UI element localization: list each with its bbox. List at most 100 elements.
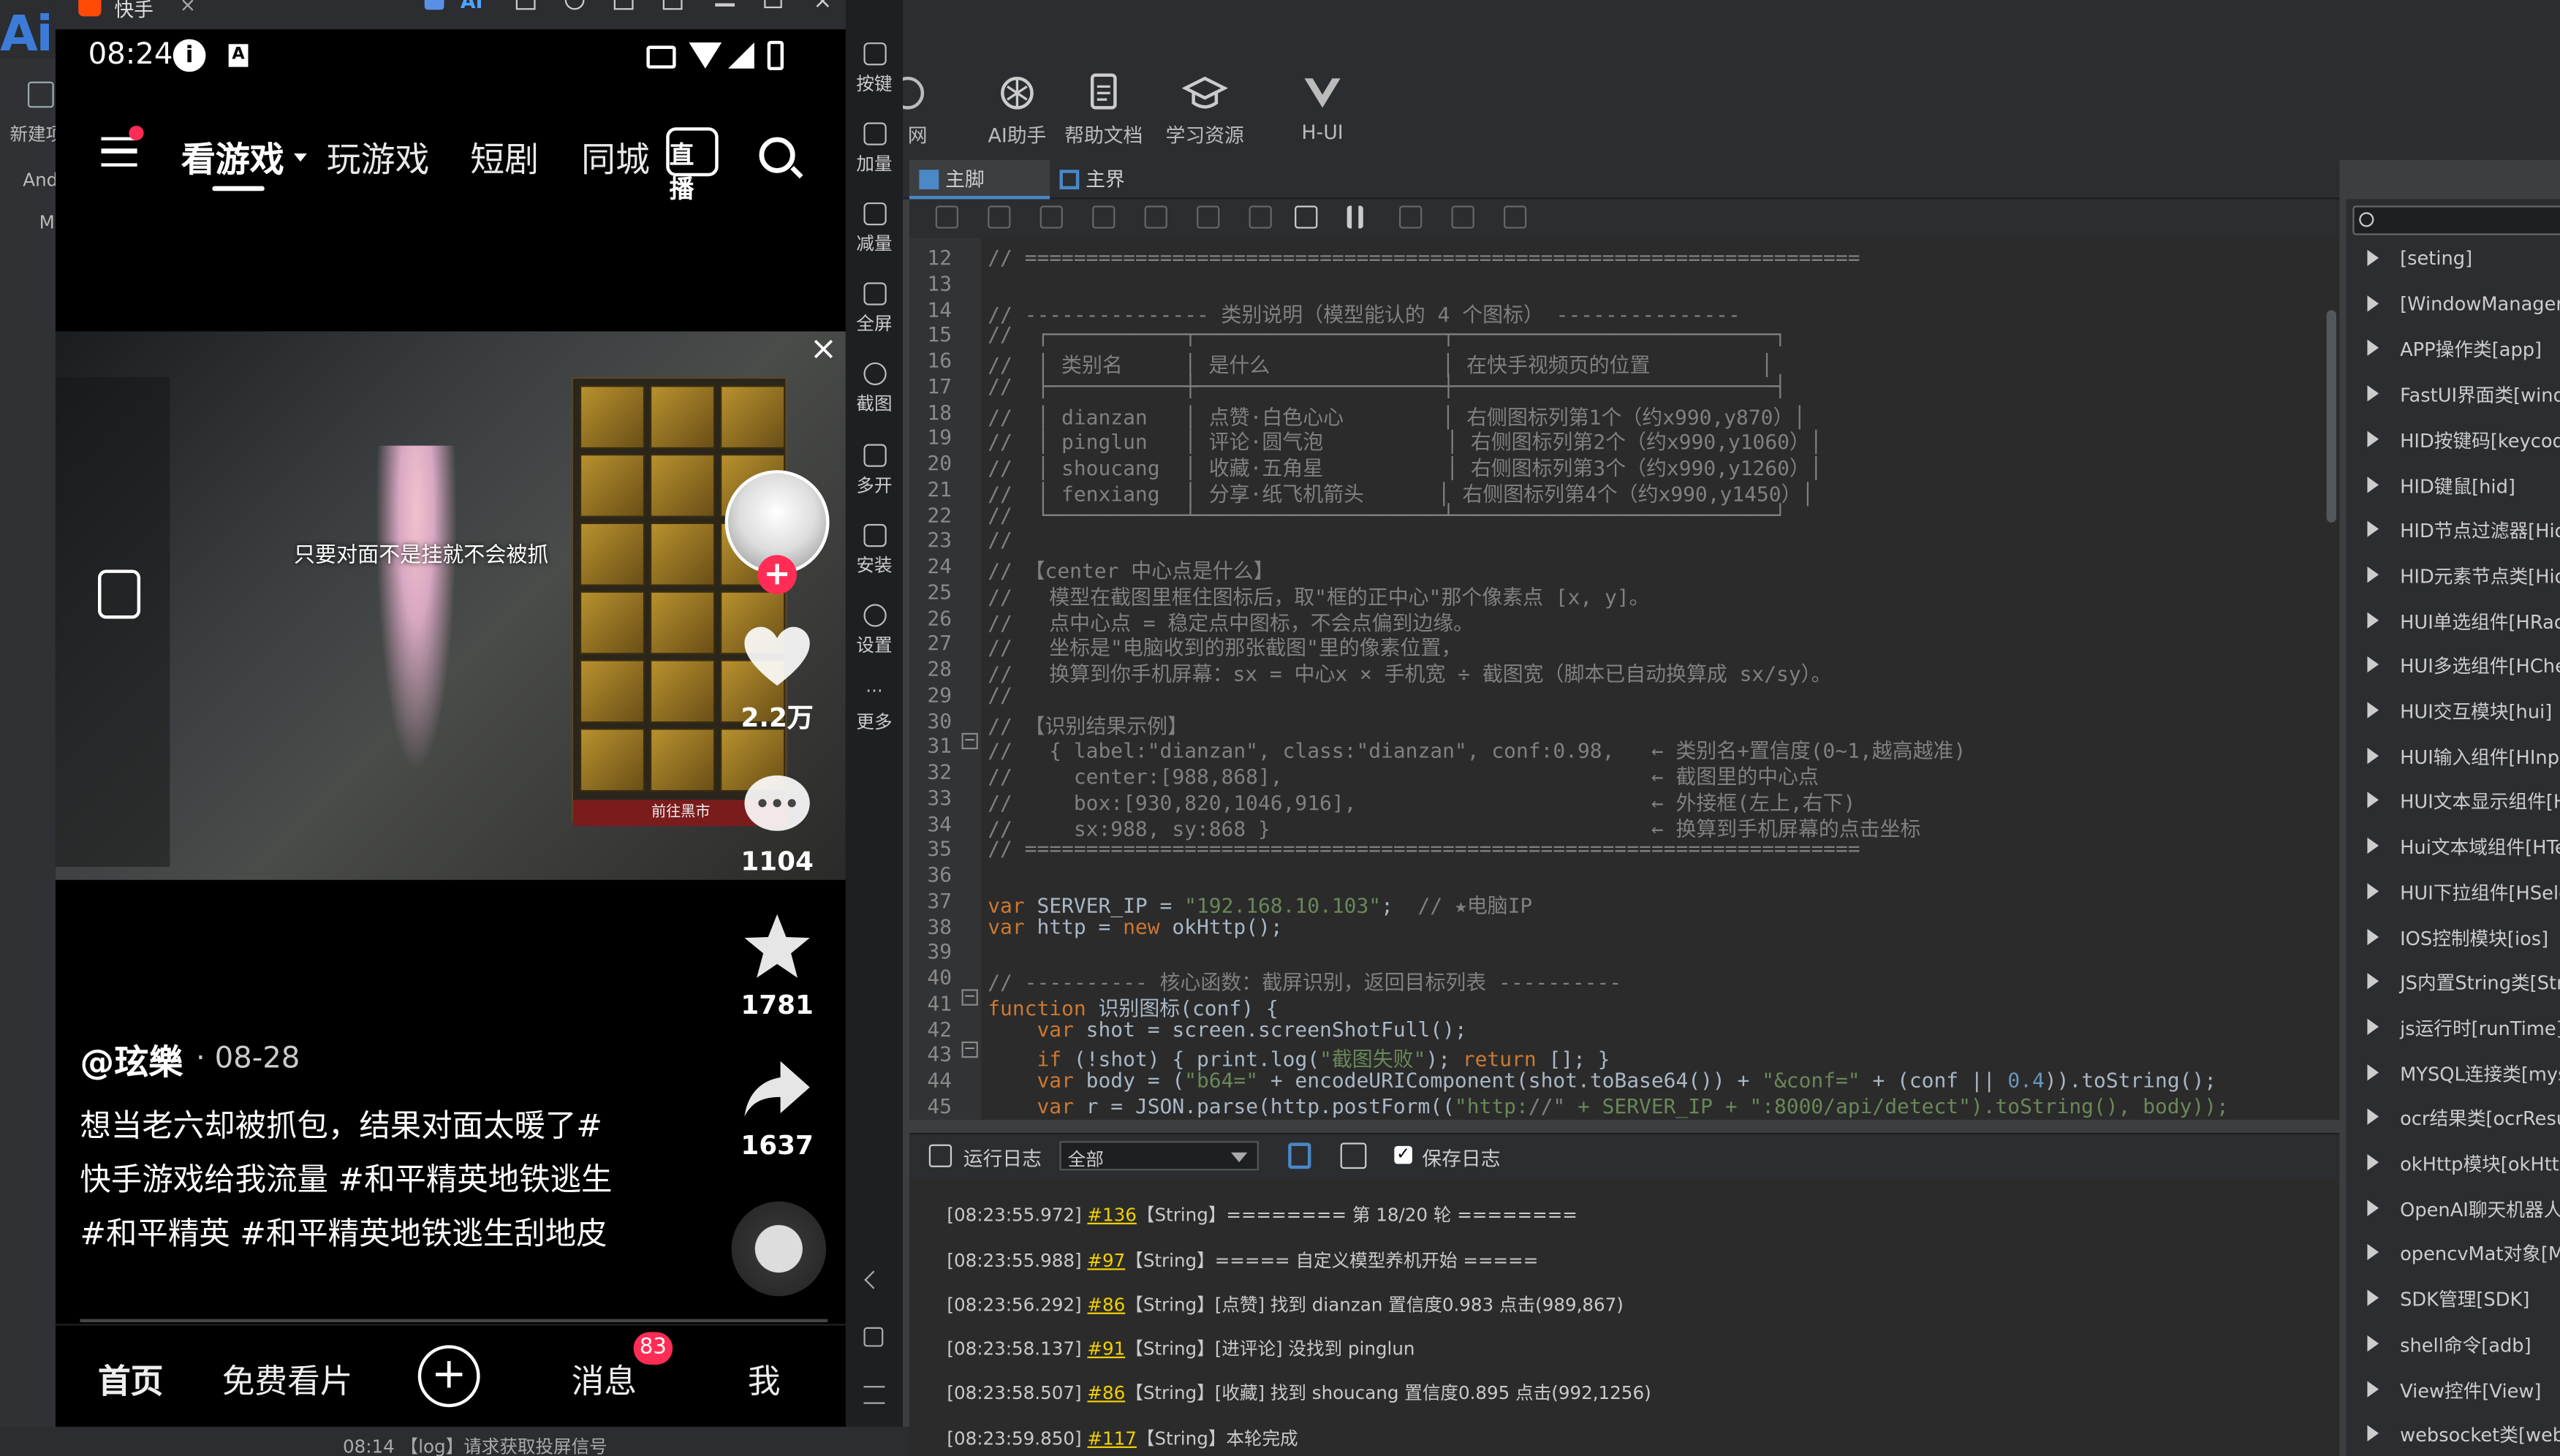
screenshot-icon[interactable] (1340, 1142, 1367, 1169)
code-editor[interactable]: 12 13 14 15 16 17 18 19 20 21 22 23 24 25 26 27 28 29 30 31… (909, 238, 2340, 1121)
comment-button[interactable]: 1104 (728, 774, 826, 876)
toolbar-icon[interactable] (1039, 205, 1063, 229)
progress-bar[interactable] (80, 1319, 828, 1323)
toolbar-icon[interactable] (1197, 205, 1220, 229)
window-control-icon[interactable] (564, 0, 585, 10)
nav-messages[interactable]: 消息 (572, 1355, 637, 1403)
tool-h-ui[interactable]: H-UI (1298, 72, 1347, 144)
window-control-icon[interactable] (613, 0, 634, 10)
fold-icon[interactable]: − (961, 1041, 978, 1058)
home-icon[interactable] (863, 1327, 884, 1347)
close-window-icon[interactable]: × (813, 0, 832, 15)
tool-help-docs[interactable]: 帮助文档 (1063, 72, 1145, 148)
tab-short-drama[interactable]: 短剧 (470, 134, 539, 183)
module-item[interactable]: [seting] (2346, 243, 2560, 279)
module-item[interactable]: opencvMat对象[Ma (2346, 1238, 2560, 1274)
side-more[interactable]: ··· 更多 (846, 683, 903, 735)
video-player[interactable]: 前往黑市 只要对面不是挂就不会被抓 × (55, 331, 846, 880)
toolbar-icon[interactable] (1249, 205, 1272, 229)
module-item[interactable]: okHttp模块[okHttp (2346, 1148, 2560, 1183)
module-item[interactable]: HUI下拉组件[HSele (2346, 876, 2560, 912)
log-line-ref[interactable]: #86 (1087, 1294, 1125, 1316)
ai-icon[interactable]: AI (461, 0, 483, 13)
tab-main-script[interactable]: 主脚本.js× (909, 159, 1050, 230)
nav-free-videos[interactable]: 免费看片 (222, 1355, 353, 1403)
tab-same-city[interactable]: 同城 (581, 134, 650, 183)
module-item[interactable]: websocket类[webs (2346, 1419, 2560, 1455)
module-item[interactable]: HID按键码[keycode (2346, 424, 2560, 460)
module-item[interactable]: HUI多选组件[HChec (2346, 651, 2560, 686)
tab-watch-games[interactable]: 看游戏 (181, 134, 284, 183)
pin-icon[interactable] (1288, 1142, 1311, 1169)
live-tab[interactable]: 直播 (666, 127, 719, 204)
module-item[interactable]: ocr结果类[ocrResult (2346, 1102, 2560, 1138)
nav-me[interactable]: 我 (748, 1355, 781, 1403)
toolbar-icon[interactable] (988, 205, 1011, 229)
like-button[interactable]: 2.2万 (728, 623, 826, 735)
editor-scrollbar[interactable] (2326, 310, 2336, 523)
module-item[interactable]: MYSQL连接类[mysq (2346, 1057, 2560, 1093)
new-project-icon[interactable] (27, 81, 54, 108)
module-item[interactable]: HUI交互模块[hui] (2346, 695, 2560, 731)
android-tree-label[interactable]: And (23, 170, 58, 191)
tab-main-ui[interactable]: 主界面.ui× (1050, 160, 1190, 230)
chevron-down-icon[interactable] (294, 153, 307, 162)
module-item[interactable]: HUI单选组件[HRadi (2346, 605, 2560, 641)
favorite-button[interactable]: 1781 (728, 911, 826, 1020)
side-settings[interactable]: 设置 (846, 604, 903, 658)
module-item[interactable]: shell命令[adb] (2346, 1329, 2560, 1365)
side-volume-down[interactable]: 减量 (846, 202, 903, 257)
stop-icon[interactable] (1295, 205, 1318, 229)
close-icon[interactable]: × (180, 0, 196, 16)
follow-button[interactable]: + (757, 555, 797, 594)
log-line-ref[interactable]: #97 (1087, 1251, 1125, 1272)
module-item[interactable]: FastUI界面类[windo (2346, 379, 2560, 414)
side-keys[interactable]: 按键 (846, 42, 903, 96)
music-disc[interactable] (731, 1201, 827, 1297)
window-control-icon[interactable] (424, 0, 444, 10)
create-button[interactable]: + (417, 1345, 480, 1408)
module-item[interactable]: HID元素节点类[HidN (2346, 560, 2560, 596)
module-search-input[interactable] (2352, 205, 2560, 235)
maximize-icon[interactable] (764, 0, 782, 9)
save-log-checkbox[interactable]: ✓ (1394, 1145, 1412, 1164)
share-button[interactable]: 1637 (728, 1058, 826, 1161)
close-icon[interactable]: × (810, 331, 837, 367)
side-volume-up[interactable]: 加量 (846, 122, 903, 177)
module-item[interactable]: HUI文本显示组件[Ht (2346, 786, 2560, 822)
module-item[interactable]: js运行时[runTime] (2346, 1012, 2560, 1047)
log-line-ref[interactable]: #86 (1087, 1383, 1125, 1404)
window-control-icon[interactable] (515, 0, 536, 10)
log-line-ref[interactable]: #136 (1087, 1205, 1136, 1226)
video-caption[interactable]: 想当老六却被抓包，结果对面太暖了#快手游戏给我流量 #和平精英地铁逃生 #和平精… (80, 1100, 618, 1262)
module-item[interactable]: OpenAI聊天机器人[c (2346, 1193, 2560, 1229)
toolbar-icon[interactable] (1451, 205, 1474, 229)
log-filter-select[interactable]: 全部 (1059, 1141, 1259, 1171)
module-item[interactable]: [WindowManager] (2346, 289, 2560, 325)
module-item[interactable]: IOS控制模块[ios] (2346, 922, 2560, 958)
window-control-icon[interactable] (662, 0, 683, 10)
picture-in-picture-icon[interactable] (98, 569, 141, 619)
tool-ai-assistant[interactable]: AI助手 (968, 72, 1066, 148)
pause-icon[interactable] (1347, 205, 1363, 229)
phone-screen[interactable]: 08:24 i A 看游戏 玩游戏 短剧 同城 直播 前往黑市 只要对面不是挂就… (55, 29, 846, 1427)
module-item[interactable]: JS内置String类[Strin (2346, 967, 2560, 1003)
recents-icon[interactable] (863, 1386, 885, 1404)
log-line-ref[interactable]: #91 (1087, 1338, 1125, 1360)
toolbar-icon[interactable] (1144, 205, 1167, 229)
module-item[interactable]: View控件[View] (2346, 1373, 2560, 1409)
module-item[interactable]: HID键鼠[hid] (2346, 469, 2560, 505)
module-item[interactable]: SDK管理[SDK] (2346, 1284, 2560, 1319)
folder-tree-label[interactable]: M (39, 212, 55, 233)
toolbar-icon[interactable] (1503, 205, 1527, 229)
fold-icon[interactable]: − (961, 989, 978, 1006)
toolbar-icon[interactable] (1399, 205, 1423, 229)
toolbar-icon[interactable] (935, 205, 959, 229)
module-item[interactable]: APP操作类[app] (2346, 333, 2560, 369)
side-multi-open[interactable]: 多开 (846, 444, 903, 498)
back-icon[interactable] (864, 1270, 883, 1289)
nav-home[interactable]: 首页 (98, 1355, 163, 1403)
side-fullscreen[interactable]: 全屏 (846, 282, 903, 336)
side-screenshot[interactable]: 截图 (846, 362, 903, 417)
module-item[interactable]: HUI输入组件[HInpu (2346, 740, 2560, 776)
